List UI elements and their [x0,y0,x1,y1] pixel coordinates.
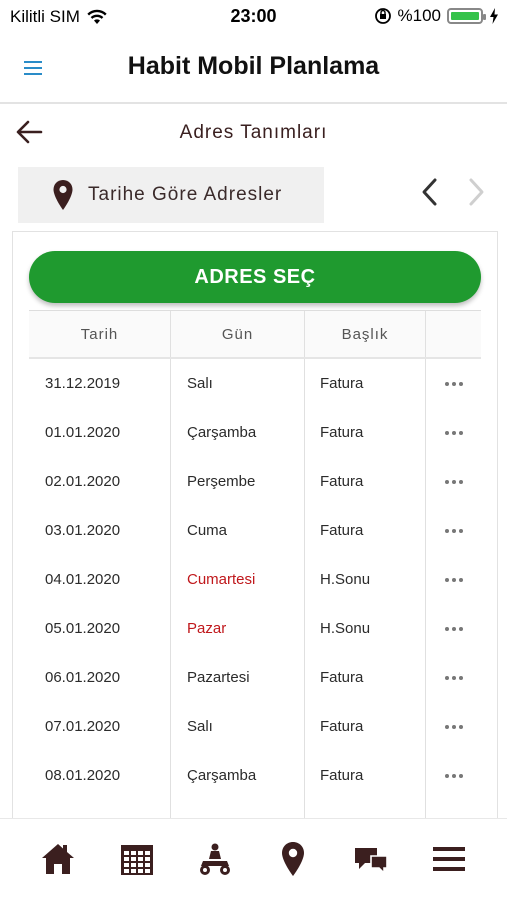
cell-day: Salı [171,702,305,751]
cell-title: H.Sonu [305,555,426,604]
column-header-date[interactable]: Tarih [29,311,171,357]
cell-title: Fatura [305,506,426,555]
map-pin-icon [53,180,73,210]
cell-date: 01.01.2020 [29,408,171,457]
more-cell [426,702,481,751]
app-title: Habit Mobil Planlama [127,52,380,80]
table-row[interactable]: 31.12.2019 Salı Fatura [29,359,481,408]
app-header: Habit Mobil Planlama [0,34,507,104]
more-cell [426,506,481,555]
table-row[interactable]: 05.01.2020 Pazar H.Sonu [29,604,481,653]
more-cell [426,408,481,457]
tab-label: Tarihe Göre Adresler [88,184,283,205]
cell-date: 04.01.2020 [29,555,171,604]
column-header-title[interactable]: Başlık [305,311,426,357]
cell-day: Cuma [171,506,305,555]
table-row[interactable]: 01.01.2020 Çarşamba Fatura [29,408,481,457]
select-address-button[interactable]: ADRES SEÇ [29,251,481,303]
menu-icon[interactable] [431,841,467,877]
more-dots-icon[interactable] [444,381,463,386]
home-icon[interactable] [40,841,76,877]
motorcycle-courier-icon[interactable] [197,841,233,877]
table-row[interactable]: 06.01.2020 Pazartesi Fatura [29,653,481,702]
chevron-left-icon[interactable] [418,176,442,208]
table-row[interactable]: 07.01.2020 Salı Fatura [29,702,481,751]
cell-date: 07.01.2020 [29,702,171,751]
orientation-lock-icon [374,8,391,24]
cell-day: Cumartesi [171,555,305,604]
status-right: %100 [374,6,499,26]
more-cell [426,653,481,702]
cell-day: Salı [171,359,305,408]
cell-date: 08.01.2020 [29,751,171,800]
table-row[interactable]: 08.01.2020 Çarşamba Fatura [29,751,481,800]
chat-icon[interactable] [353,841,389,877]
address-card: ADRES SEÇ Tarih Gün Başlık 31.12.2019 Sa… [12,231,498,822]
battery-percent: %100 [397,6,441,25]
cell-title: H.Sonu [305,604,426,653]
page-title: Adres Tanımları [179,122,328,143]
status-bar: Kilitli SIM 23:00 %100 [0,0,507,34]
more-dots-icon[interactable] [444,724,463,729]
cell-day: Çarşamba [171,751,305,800]
cell-date: 03.01.2020 [29,506,171,555]
cell-day: Pazar [171,604,305,653]
cell-title: Fatura [305,751,426,800]
charging-bolt-icon [490,8,498,24]
cell-day: Perşembe [171,457,305,506]
table-body: 31.12.2019 Salı Fatura 01.01.2020 Çarşam… [29,359,481,822]
chevron-right-icon[interactable] [464,176,488,208]
cell-date: 06.01.2020 [29,653,171,702]
calendar-icon[interactable] [119,841,155,877]
table-row[interactable]: 02.01.2020 Perşembe Fatura [29,457,481,506]
table-row[interactable]: 03.01.2020 Cuma Fatura [29,506,481,555]
more-dots-icon[interactable] [444,430,463,435]
more-cell [426,604,481,653]
bottom-nav [0,818,507,901]
cell-title: Fatura [305,653,426,702]
more-cell [426,555,481,604]
cell-title: Fatura [305,702,426,751]
more-cell [426,359,481,408]
more-dots-icon[interactable] [444,479,463,484]
column-header-day[interactable]: Gün [171,311,305,357]
more-cell [426,457,481,506]
cell-title: Fatura [305,359,426,408]
battery-fill [451,12,479,20]
page-header: Adres Tanımları [0,104,507,160]
cell-title: Fatura [305,457,426,506]
more-dots-icon[interactable] [444,773,463,778]
more-cell [426,751,481,800]
more-dots-icon[interactable] [444,675,463,680]
tab-addresses-by-date[interactable]: Tarihe Göre Adresler [18,167,324,223]
column-header-actions [426,311,481,357]
address-table: Tarih Gün Başlık 31.12.2019 Salı Fatura … [29,310,481,822]
cell-day: Pazartesi [171,653,305,702]
more-dots-icon[interactable] [444,577,463,582]
table-row[interactable]: 04.01.2020 Cumartesi H.Sonu [29,555,481,604]
cell-title: Fatura [305,408,426,457]
map-pin-icon[interactable] [275,841,311,877]
cell-date: 02.01.2020 [29,457,171,506]
cell-date: 31.12.2019 [29,359,171,408]
cell-date: 05.01.2020 [29,604,171,653]
battery-icon [447,8,486,24]
cell-day: Çarşamba [171,408,305,457]
table-header: Tarih Gün Başlık [29,310,481,359]
more-dots-icon[interactable] [444,626,463,631]
more-dots-icon[interactable] [444,528,463,533]
